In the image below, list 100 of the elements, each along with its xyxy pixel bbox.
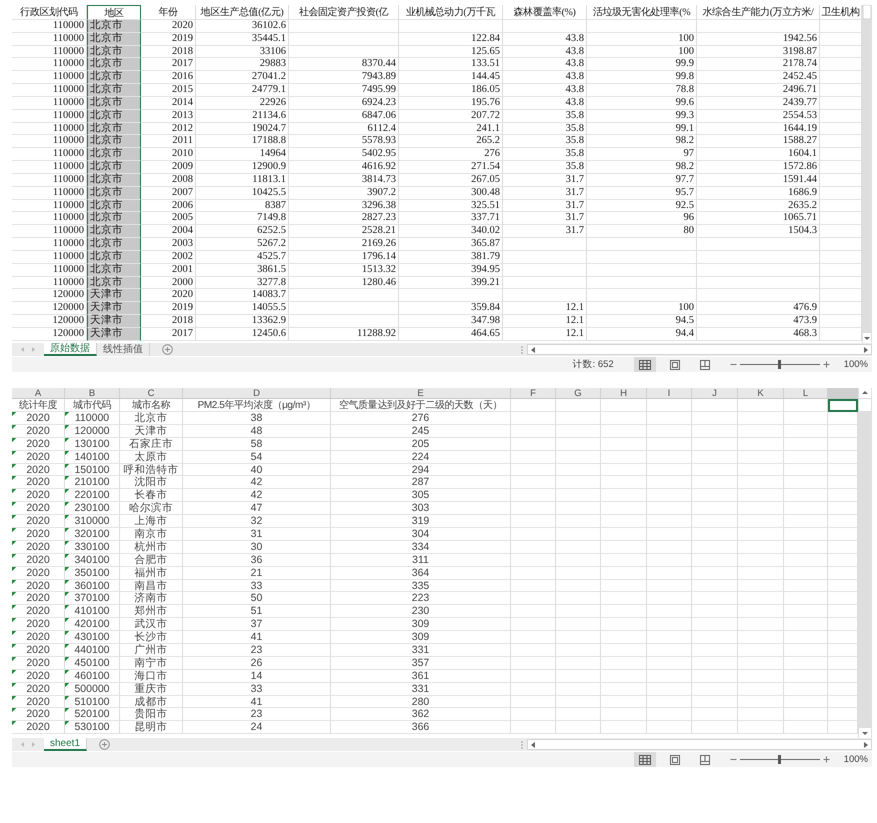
horizontal-scrollbar[interactable]	[527, 739, 872, 750]
table-cell: 1065.71	[697, 212, 820, 226]
column-letter[interactable]: H	[601, 388, 647, 399]
table-cell: 362	[331, 708, 511, 722]
table-cell: 2020	[12, 412, 65, 425]
column-letter[interactable]: G	[556, 388, 601, 399]
table-cell: 230	[331, 605, 511, 618]
zoom-slider[interactable]	[740, 360, 820, 369]
table-cell: 2020	[12, 721, 65, 734]
scroll-up-icon[interactable]	[859, 388, 871, 398]
sheet-tab[interactable]: sheet1	[44, 738, 88, 751]
table-cell: 8387	[196, 200, 289, 212]
empty-cell	[784, 554, 828, 567]
column-letter[interactable]: F	[511, 388, 556, 399]
column-letter[interactable]: J	[692, 388, 738, 399]
table-cell: 122.84	[399, 32, 503, 46]
empty-cell	[511, 644, 556, 657]
table-cell: 2020	[12, 618, 65, 632]
table-cell: 300.48	[399, 186, 503, 200]
table-cell: 6847.06	[289, 110, 399, 123]
vertical-scrollbar[interactable]	[858, 388, 872, 738]
slider-thumb[interactable]	[778, 360, 782, 369]
column-letter[interactable]: B	[65, 388, 120, 399]
empty-cell	[556, 696, 601, 708]
active-cell[interactable]	[828, 399, 858, 412]
column-letter[interactable]: D	[183, 388, 331, 399]
scroll-left-icon[interactable]	[530, 346, 536, 354]
table-cell: 43.8	[503, 96, 587, 110]
column-letter-cell[interactable]	[828, 388, 858, 399]
empty-cell	[556, 489, 601, 502]
normal-view-button[interactable]	[634, 357, 656, 372]
empty-cell	[647, 592, 692, 606]
slider-thumb[interactable]	[778, 755, 782, 764]
scroll-down-icon[interactable]	[859, 728, 871, 738]
add-sheet-icon[interactable]	[162, 344, 173, 355]
table-cell: 309	[331, 631, 511, 644]
table-cell: 12.1	[503, 302, 587, 316]
empty-cell	[511, 721, 556, 734]
empty-cell	[692, 528, 738, 541]
scroll-down-icon[interactable]	[863, 333, 871, 343]
zoom-out-icon[interactable]	[730, 756, 737, 763]
table-cell: 33	[183, 580, 331, 592]
empty-cell	[511, 438, 556, 451]
vertical-scrollbar[interactable]	[862, 5, 872, 343]
table-cell: 50	[183, 592, 331, 606]
scroll-right-icon[interactable]	[863, 740, 869, 748]
empty-cell	[556, 618, 601, 632]
normal-view-button[interactable]	[634, 752, 656, 767]
sheet-tab[interactable]: 线性插值	[97, 343, 150, 356]
table-cell: 14	[183, 670, 331, 683]
scroll-right-icon[interactable]	[863, 346, 869, 354]
column-letter[interactable]: E	[331, 388, 511, 399]
table-cell: 100	[587, 302, 697, 316]
table-cell: 43.8	[503, 32, 587, 46]
column-letter[interactable]: I	[647, 388, 692, 399]
table-cell: 5267.2	[196, 238, 289, 251]
table-cell: 6252.5	[196, 225, 289, 238]
table-cell: 450100	[65, 656, 120, 670]
table-cell: 北京市	[87, 96, 141, 110]
table-cell: 北京市	[87, 84, 141, 97]
add-sheet-icon[interactable]	[99, 739, 110, 750]
empty-cell	[511, 540, 556, 554]
normal-view-icon	[638, 358, 652, 370]
scroll-thumb-icon[interactable]	[863, 5, 871, 19]
column-header: 地区	[87, 5, 141, 20]
zoom-level[interactable]: 100%	[844, 754, 868, 765]
table-cell: 1504.3	[697, 225, 820, 238]
scroll-thumb-icon[interactable]	[859, 399, 871, 411]
empty-cell	[647, 464, 692, 476]
zoom-out-icon[interactable]	[730, 361, 737, 368]
empty-cell	[738, 424, 784, 438]
scroll-left-icon[interactable]	[530, 740, 536, 748]
horizontal-scrollbar[interactable]	[527, 344, 872, 355]
empty-cell	[601, 502, 647, 516]
empty-cell	[784, 656, 828, 670]
zoom-in-icon[interactable]	[822, 756, 830, 763]
zoom-slider[interactable]	[740, 755, 820, 764]
table-cell: 58	[183, 438, 331, 451]
empty-cell	[692, 424, 738, 438]
zoom-level[interactable]: 100%	[844, 359, 868, 370]
table-cell: 220100	[65, 489, 120, 502]
empty-cell	[511, 424, 556, 438]
empty-cell	[647, 656, 692, 670]
column-letter[interactable]: L	[784, 388, 828, 399]
column-header: 活垃圾无害化处理率(%	[587, 5, 697, 20]
empty-cell	[601, 696, 647, 708]
table-cell: 2019	[141, 32, 196, 46]
zoom-in-icon[interactable]	[822, 361, 830, 368]
table-cell: 130100	[65, 438, 120, 451]
column-letter[interactable]: A	[12, 388, 65, 399]
table-cell: 太原市	[120, 450, 183, 464]
column-letter[interactable]: K	[738, 388, 784, 399]
table-cell: 海口市	[120, 670, 183, 683]
empty-cell	[556, 502, 601, 516]
table-cell: 35.8	[503, 161, 587, 174]
column-letter[interactable]: C	[120, 388, 183, 399]
sheet-tab[interactable]: 原始数据	[44, 343, 97, 356]
empty-cell	[784, 515, 828, 528]
table-cell: 42	[183, 476, 331, 490]
table-cell: 重庆市	[120, 682, 183, 696]
